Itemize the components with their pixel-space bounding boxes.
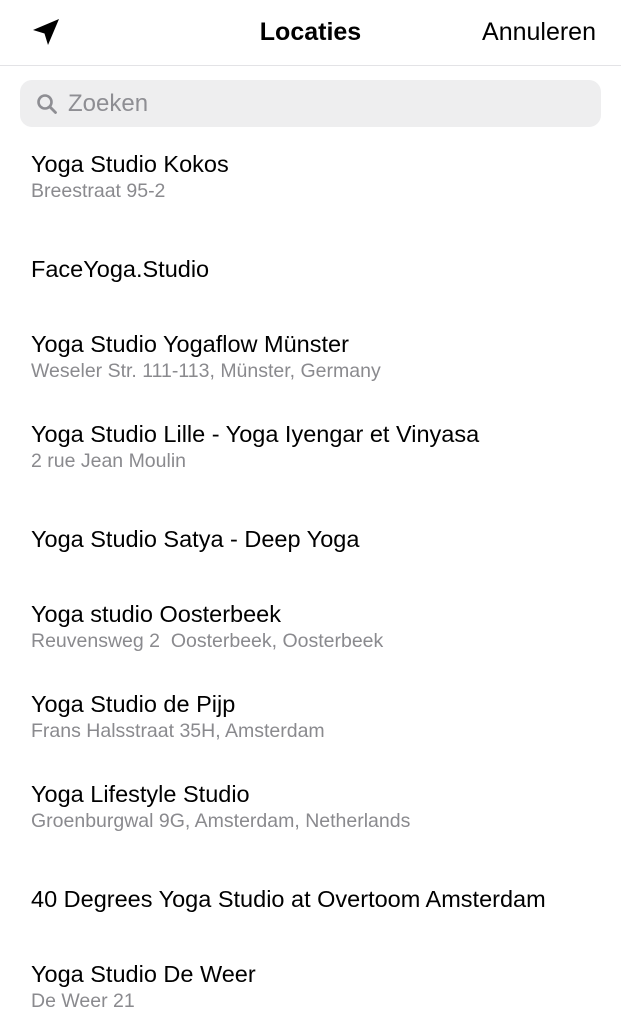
location-address: Frans Halsstraat 35H, Amsterdam xyxy=(31,720,325,742)
location-item[interactable]: Yoga Studio De Weer De Weer 21 xyxy=(0,944,621,1034)
location-arrow-icon xyxy=(33,19,59,45)
location-address: Groenburgwal 9G, Amsterdam, Netherlands xyxy=(31,810,411,832)
location-address: Reuvensweg 2 Oosterbeek, Oosterbeek xyxy=(31,630,384,652)
location-address: 2 rue Jean Moulin xyxy=(31,450,187,472)
location-name: Yoga Studio De Weer xyxy=(31,961,256,987)
location-name: FaceYoga.Studio xyxy=(31,256,210,282)
location-item[interactable]: Yoga Studio Yogaflow Münster Weseler Str… xyxy=(0,314,621,404)
location-item[interactable]: FaceYoga.Studio xyxy=(0,224,621,314)
location-name: Yoga Studio Lille - Yoga Iyengar et Viny… xyxy=(31,421,480,447)
location-item[interactable]: Yoga studio Oosterbeek Reuvensweg 2 Oost… xyxy=(0,584,621,674)
location-results-list: Yoga Studio Kokos Breestraat 95-2 FaceYo… xyxy=(0,134,621,1034)
location-name: Yoga Studio Satya - Deep Yoga xyxy=(31,526,360,552)
navigation-bar: Locaties Annuleren xyxy=(0,0,621,66)
search-bar[interactable] xyxy=(20,80,601,127)
search-input[interactable] xyxy=(68,80,588,127)
cancel-button[interactable]: Annuleren xyxy=(482,16,596,48)
location-name: Yoga Studio de Pijp xyxy=(31,691,236,717)
location-item[interactable]: Yoga Studio Kokos Breestraat 95-2 xyxy=(0,134,621,224)
location-name: Yoga Studio Kokos xyxy=(31,151,229,177)
location-address: De Weer 21 xyxy=(31,990,135,1012)
location-name: Yoga studio Oosterbeek xyxy=(31,601,281,627)
location-item[interactable]: Yoga Lifestyle Studio Groenburgwal 9G, A… xyxy=(0,764,621,854)
location-item[interactable]: Yoga Studio Satya - Deep Yoga xyxy=(0,494,621,584)
search-icon xyxy=(37,94,57,114)
current-location-button[interactable] xyxy=(28,14,64,50)
location-item[interactable]: Yoga Studio Lille - Yoga Iyengar et Viny… xyxy=(0,404,621,494)
location-address: Weseler Str. 111-113, Münster, Germany xyxy=(31,360,381,382)
location-item[interactable]: Yoga Studio de Pijp Frans Halsstraat 35H… xyxy=(0,674,621,764)
location-item[interactable]: 40 Degrees Yoga Studio at Overtoom Amste… xyxy=(0,854,621,944)
location-name: Yoga Lifestyle Studio xyxy=(31,781,250,807)
location-name: Yoga Studio Yogaflow Münster xyxy=(31,331,349,357)
location-name: 40 Degrees Yoga Studio at Overtoom Amste… xyxy=(31,886,546,912)
location-address: Breestraat 95-2 xyxy=(31,180,166,202)
